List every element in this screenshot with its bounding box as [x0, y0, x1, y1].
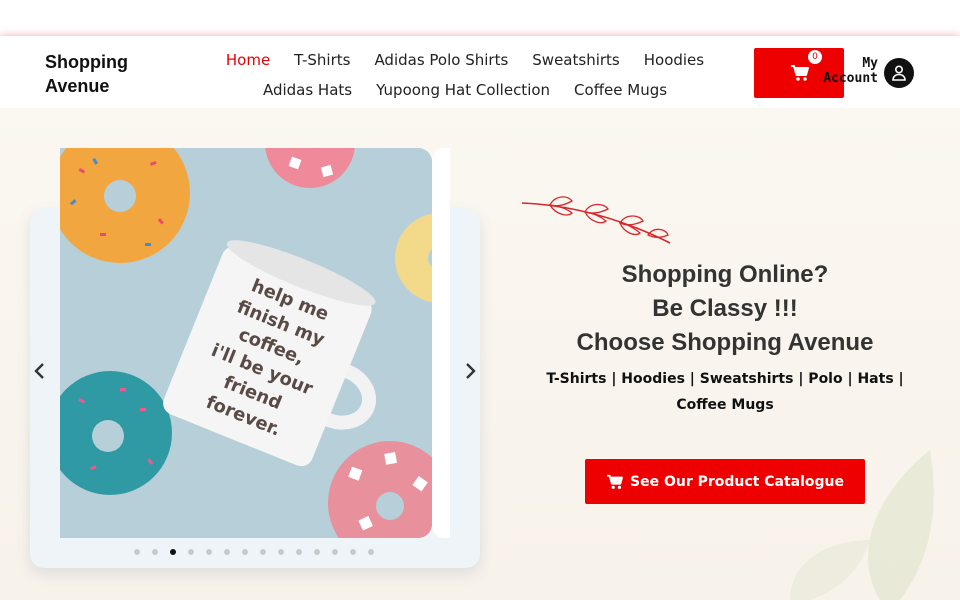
- slider-dot[interactable]: [350, 549, 356, 555]
- slider-dot[interactable]: [152, 549, 158, 555]
- cart-icon: [607, 474, 623, 489]
- cta-label: See Our Product Catalogue: [630, 473, 844, 490]
- slider-pagination: [134, 549, 374, 555]
- slider-prev-button[interactable]: [30, 360, 50, 382]
- nav-item-coffee-mugs[interactable]: Coffee Mugs: [574, 81, 667, 99]
- slider-dot[interactable]: [296, 549, 302, 555]
- my-account-link[interactable]: My Account: [818, 56, 878, 86]
- slide-image: help me finish my coffee, i'll be your f…: [60, 148, 432, 538]
- nav-item-t-shirts[interactable]: T-Shirts: [294, 51, 350, 69]
- slider-dot[interactable]: [332, 549, 338, 555]
- slider-dot[interactable]: [188, 549, 194, 555]
- chevron-left-icon: [34, 363, 44, 379]
- product-catalogue-button[interactable]: See Our Product Catalogue: [585, 459, 865, 504]
- hero-section: help me finish my coffee, i'll be your f…: [0, 108, 960, 600]
- site-logo[interactable]: Shopping Avenue: [45, 50, 175, 98]
- chevron-right-icon: [466, 363, 476, 379]
- nav-item-adidas-polo-shirts[interactable]: Adidas Polo Shirts: [374, 51, 508, 69]
- slider-dot[interactable]: [260, 549, 266, 555]
- hero-headline: Shopping Online? Be Classy !!! Choose Sh…: [520, 258, 930, 360]
- account-label-line1: My: [862, 56, 878, 71]
- slider-dot[interactable]: [314, 549, 320, 555]
- top-strip: [0, 0, 960, 36]
- hero-content: Shopping Online? Be Classy !!! Choose Sh…: [520, 108, 930, 600]
- site-header: Shopping Avenue Home T-Shirts Adidas Pol…: [0, 36, 960, 108]
- hero-subline: T-Shirts | Hoodies | Sweatshirts | Polo …: [546, 371, 904, 413]
- slider-dot[interactable]: [368, 549, 374, 555]
- slider-next-button[interactable]: [460, 360, 480, 382]
- coffee-mug-donuts-image: help me finish my coffee, i'll be your f…: [60, 148, 432, 538]
- headline-line-2: Be Classy !!!: [652, 295, 798, 322]
- headline-line-3: Choose Shopping Avenue: [576, 329, 874, 356]
- slider-dot[interactable]: [242, 549, 248, 555]
- nav-item-hoodies[interactable]: Hoodies: [644, 51, 704, 69]
- main-nav: Home T-Shirts Adidas Polo Shirts Sweatsh…: [200, 45, 730, 105]
- next-slide-peek: [432, 148, 450, 538]
- cart-icon: [791, 65, 809, 81]
- slider-dot[interactable]: [278, 549, 284, 555]
- nav-item-adidas-hats[interactable]: Adidas Hats: [263, 81, 352, 99]
- slider-dot[interactable]: [224, 549, 230, 555]
- account-label-line2: Account: [823, 71, 878, 86]
- slider-dot[interactable]: [134, 549, 140, 555]
- nav-row-2: Adidas Hats Yupoong Hat Collection Coffe…: [200, 75, 730, 105]
- headline-line-1: Shopping Online?: [621, 261, 829, 288]
- user-icon[interactable]: [884, 58, 914, 88]
- nav-row-1: Home T-Shirts Adidas Polo Shirts Sweatsh…: [200, 45, 730, 75]
- slider-dot[interactable]: [206, 549, 212, 555]
- leaf-branch-icon: [521, 196, 671, 244]
- nav-item-home[interactable]: Home: [226, 51, 270, 69]
- slider-dot[interactable]: [170, 549, 176, 555]
- nav-item-sweatshirts[interactable]: Sweatshirts: [532, 51, 619, 69]
- nav-item-yupoong-hat-collection[interactable]: Yupoong Hat Collection: [376, 81, 550, 99]
